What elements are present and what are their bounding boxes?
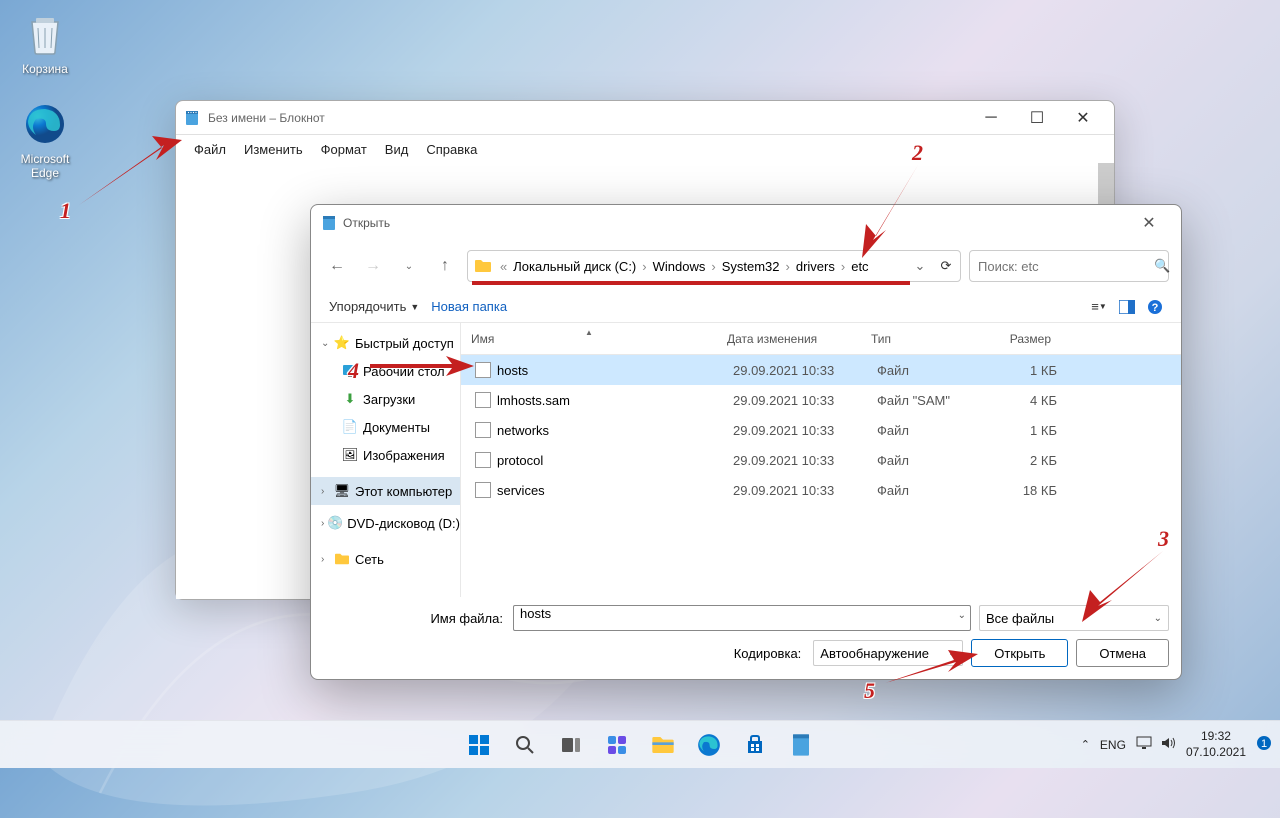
new-folder-button[interactable]: Новая папка — [425, 295, 513, 318]
search-button[interactable] — [505, 725, 545, 765]
clock[interactable]: 19:32 07.10.2021 — [1186, 729, 1246, 760]
close-button[interactable]: ✕ — [1060, 101, 1106, 135]
svg-text:1: 1 — [1261, 738, 1267, 750]
notifications-button[interactable]: 1 — [1256, 735, 1272, 754]
crumb-etc[interactable]: etc — [847, 259, 872, 274]
taskview-button[interactable] — [551, 725, 591, 765]
dialog-icon — [321, 215, 337, 231]
dialog-title: Открыть — [343, 216, 1127, 230]
nav-up-button[interactable]: ↑ — [431, 252, 459, 280]
filetype-select[interactable]: Все файлы⌄ — [979, 605, 1169, 631]
col-name[interactable]: ▲Имя — [461, 332, 717, 346]
breadcrumb-bar[interactable]: « Локальный диск (C:)› Windows› System32… — [467, 250, 961, 282]
breadcrumb-dropdown[interactable]: ⌄ — [908, 251, 932, 281]
desktop-recycle-bin[interactable]: Корзина — [10, 10, 80, 76]
encoding-label: Кодировка: — [734, 646, 802, 661]
menu-view[interactable]: Вид — [377, 140, 417, 159]
annotation-3: 3 — [1158, 526, 1169, 552]
file-list: ▲Имя Дата изменения Тип Размер hosts29.0… — [461, 323, 1181, 597]
file-row[interactable]: hosts29.09.2021 10:33Файл1 КБ — [461, 355, 1181, 385]
preview-pane-button[interactable] — [1113, 295, 1141, 319]
tree-downloads[interactable]: ⬇Загрузки — [311, 385, 460, 413]
start-button[interactable] — [459, 725, 499, 765]
file-icon — [475, 452, 491, 468]
desktop-edge[interactable]: Microsoft Edge — [10, 100, 80, 180]
taskbar: ⌃ ENG 19:32 07.10.2021 1 — [0, 720, 1280, 768]
dialog-titlebar[interactable]: Открыть ✕ — [311, 205, 1181, 241]
desktop-recycle-bin-label: Корзина — [10, 62, 80, 76]
notepad-menubar: Файл Изменить Формат Вид Справка — [176, 135, 1114, 163]
menu-file[interactable]: Файл — [186, 140, 234, 159]
annotation-4: 4 — [348, 358, 359, 384]
refresh-button[interactable]: ⟳ — [934, 251, 958, 281]
tree-pictures[interactable]: 🖼Изображения — [311, 441, 460, 469]
annotation-2: 2 — [912, 140, 923, 166]
file-icon — [475, 422, 491, 438]
annotation-1: 1 — [60, 198, 71, 224]
annotation-5: 5 — [864, 678, 875, 704]
file-icon — [475, 392, 491, 408]
tree-documents[interactable]: 📄Документы — [311, 413, 460, 441]
notepad-button[interactable] — [781, 725, 821, 765]
file-row[interactable]: services29.09.2021 10:33Файл18 КБ — [461, 475, 1181, 505]
tree-desktop[interactable]: Рабочий стол — [311, 357, 460, 385]
crumb-system32[interactable]: System32 — [718, 259, 784, 274]
tree-quick-access[interactable]: ⌄⭐Быстрый доступ — [311, 329, 460, 357]
tree-dvd[interactable]: ›💿DVD-дисковод (D:) — [311, 509, 460, 537]
maximize-button[interactable]: ☐ — [1014, 101, 1060, 135]
file-row[interactable]: protocol29.09.2021 10:33Файл2 КБ — [461, 445, 1181, 475]
dialog-close-button[interactable]: ✕ — [1127, 208, 1171, 238]
cancel-button[interactable]: Отмена — [1076, 639, 1169, 667]
crumb-disk[interactable]: Локальный диск (C:) — [509, 259, 640, 274]
file-icon — [475, 362, 491, 378]
file-icon — [475, 482, 491, 498]
notepad-titlebar[interactable]: Без имени – Блокнот ─ ☐ ✕ — [176, 101, 1114, 135]
menu-format[interactable]: Формат — [313, 140, 375, 159]
volume-icon[interactable] — [1160, 736, 1176, 753]
search-box[interactable]: 🔍 — [969, 250, 1169, 282]
crumb-drivers[interactable]: drivers — [792, 259, 839, 274]
menu-help[interactable]: Справка — [418, 140, 485, 159]
nav-recent-button[interactable]: ⌄ — [395, 252, 423, 280]
crumb-windows[interactable]: Windows — [649, 259, 710, 274]
minimize-button[interactable]: ─ — [968, 101, 1014, 135]
tree-network[interactable]: ›Сеть — [311, 545, 460, 573]
view-options-button[interactable]: ≡ ▼ — [1085, 295, 1113, 319]
network-icon[interactable] — [1136, 736, 1152, 753]
open-button[interactable]: Открыть — [971, 639, 1068, 667]
annotation-underline — [472, 281, 910, 285]
encoding-select[interactable]: Автообнаружение⌄ — [813, 640, 963, 666]
nav-forward-button[interactable]: → — [359, 252, 387, 280]
folder-icon — [474, 258, 492, 274]
store-button[interactable] — [735, 725, 775, 765]
menu-edit[interactable]: Изменить — [236, 140, 311, 159]
tray-chevron-icon[interactable]: ⌃ — [1081, 738, 1090, 751]
language-indicator[interactable]: ENG — [1100, 738, 1126, 752]
help-button[interactable]: ? — [1141, 295, 1169, 319]
organize-button[interactable]: Упорядочить▼ — [323, 295, 425, 318]
col-type[interactable]: Тип — [861, 332, 981, 346]
notepad-title: Без имени – Блокнот — [208, 111, 968, 125]
filename-label: Имя файла: — [323, 611, 513, 626]
col-date[interactable]: Дата изменения — [717, 332, 861, 346]
search-input[interactable] — [978, 259, 1154, 274]
col-size[interactable]: Размер — [981, 332, 1061, 346]
file-row[interactable]: lmhosts.sam29.09.2021 10:33Файл "SAM"4 К… — [461, 385, 1181, 415]
filename-input[interactable]: hosts⌄ — [513, 605, 971, 631]
folder-tree: ⌄⭐Быстрый доступ Рабочий стол ⬇Загрузки … — [311, 323, 461, 597]
notepad-app-icon — [184, 110, 200, 126]
nav-back-button[interactable]: ← — [323, 252, 351, 280]
file-row[interactable]: networks29.09.2021 10:33Файл1 КБ — [461, 415, 1181, 445]
tree-this-pc[interactable]: ›🖥Этот компьютер — [311, 477, 460, 505]
edge-button[interactable] — [689, 725, 729, 765]
open-dialog: Открыть ✕ ← → ⌄ ↑ « Локальный диск (C:)›… — [310, 204, 1182, 680]
desktop-edge-label: Microsoft Edge — [10, 152, 80, 180]
widgets-button[interactable] — [597, 725, 637, 765]
file-list-header[interactable]: ▲Имя Дата изменения Тип Размер — [461, 323, 1181, 355]
explorer-button[interactable] — [643, 725, 683, 765]
svg-text:?: ? — [1152, 302, 1159, 314]
search-icon: 🔍 — [1154, 258, 1170, 274]
